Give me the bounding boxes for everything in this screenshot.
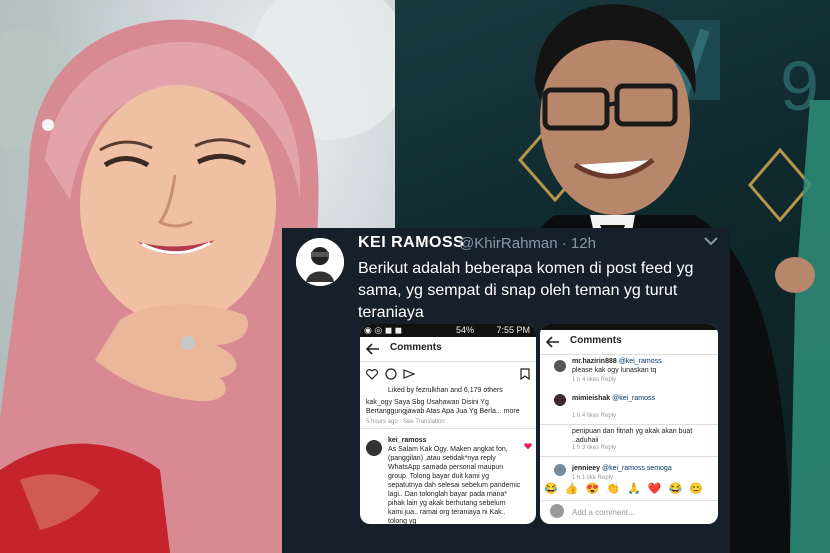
tweet-card[interactable]: KEI RAMOSS @KhirRahman · 12h Berikut ada… bbox=[282, 228, 730, 553]
divider bbox=[360, 428, 536, 429]
comment-4-user[interactable]: jennieey @kei_ramoss semoga bbox=[572, 464, 712, 473]
embedded-screenshot-1[interactable]: ◉ ◎ ◼ ◼ 54% 7:55 PM Comments Liked by fe… bbox=[360, 324, 536, 524]
back-arrow-icon[interactable] bbox=[366, 343, 380, 355]
comment-username[interactable]: kei_ramoss bbox=[388, 436, 520, 445]
heart-icon[interactable] bbox=[524, 442, 532, 450]
comment-1-meta[interactable]: 1 h 4 likes Reply bbox=[572, 376, 712, 385]
commenter-avatar[interactable] bbox=[366, 440, 382, 456]
comment-2-user[interactable]: mimieishak @kei_ramoss bbox=[572, 394, 712, 403]
tweet-author-handle[interactable]: @KhirRahman · 12h bbox=[459, 235, 596, 252]
tweet-text: Berikut adalah beberapa komen di post fe… bbox=[358, 260, 694, 321]
tweet-author-name[interactable]: KEI RAMOSS bbox=[358, 234, 464, 252]
battery-level: 54% bbox=[456, 325, 475, 335]
status-bar: ◉ ◎ ◼ ◼ 54% 7:55 PM bbox=[360, 324, 536, 337]
comment-1-user[interactable]: mr.hazirin888 @kei_ramoss bbox=[572, 357, 712, 366]
divider bbox=[540, 424, 718, 425]
user-avatar[interactable] bbox=[296, 238, 344, 286]
chevron-down-icon[interactable] bbox=[704, 236, 718, 246]
commenter-avatar[interactable] bbox=[554, 360, 566, 372]
commenter-avatar[interactable] bbox=[554, 464, 566, 476]
comment-text: As Salam Kak Ogy. Maken angkat fon, (pan… bbox=[388, 446, 521, 524]
caption-meta: 5 hours ago · See Translation bbox=[366, 419, 445, 425]
status-icons: ◉ ◎ ◼ ◼ bbox=[364, 325, 403, 335]
back-arrow-icon[interactable] bbox=[546, 336, 560, 348]
comment-2-meta[interactable]: 1 h 4 likes Reply bbox=[572, 412, 712, 421]
post-caption: kak_ogy Saya Sbg Usahawan Disini Yg Bert… bbox=[366, 399, 520, 415]
embedded-screenshot-2[interactable]: Comments mr.hazirin888 @kei_ramoss pleas… bbox=[540, 324, 718, 524]
comments-title: Comments bbox=[390, 342, 442, 353]
status-time: 7:55 PM bbox=[496, 325, 530, 335]
add-comment-input[interactable]: Add a comment... bbox=[572, 508, 702, 517]
divider bbox=[540, 456, 718, 457]
comments-title: Comments bbox=[570, 335, 622, 346]
divider bbox=[540, 500, 718, 501]
avatar-icon bbox=[296, 238, 344, 286]
liked-by-text[interactable]: Liked by fezrulkhan and 6,179 others bbox=[388, 386, 528, 395]
emoji-bar[interactable]: 😂 👍 😍 👏 🙏 ❤️ 😂 😊 bbox=[544, 482, 714, 495]
post-action-icons[interactable] bbox=[366, 368, 436, 380]
bookmark-icon[interactable] bbox=[520, 368, 530, 380]
comments-header: Comments bbox=[360, 337, 536, 362]
comment-3-text: penipuan dan fitnah yg akak akan buat ..… bbox=[572, 428, 693, 444]
comment-3-meta[interactable]: 1 h 3 likes Reply bbox=[572, 444, 712, 453]
comments-header: Comments bbox=[540, 330, 718, 355]
commenter-avatar[interactable] bbox=[554, 394, 566, 406]
own-avatar bbox=[550, 504, 564, 518]
composite-image: 9 KEI RAMOSS @KhirRahman · 12h Berikut a… bbox=[0, 0, 830, 553]
comment-1-text: please kak ogy lunaskan tq bbox=[572, 367, 657, 374]
